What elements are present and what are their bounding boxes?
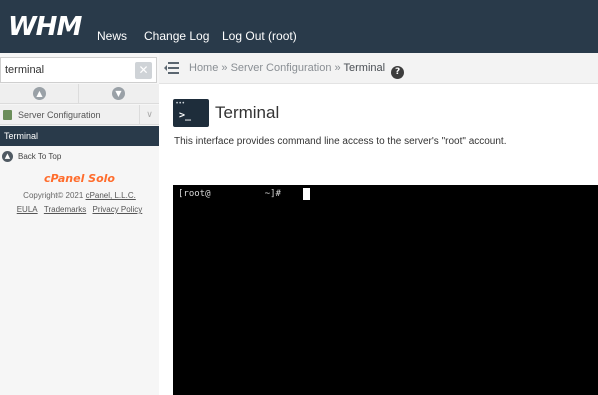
terminal-prompt: [root@ ~]# xyxy=(178,189,281,199)
breadcrumb-current: Terminal xyxy=(343,62,386,74)
back-to-top-label: Back To Top xyxy=(18,152,62,161)
back-to-top-link[interactable]: ▲ Back To Top xyxy=(0,148,159,166)
chevron-down-icon: ▼ xyxy=(112,87,125,100)
sidebar-category-server-configuration[interactable]: Server Configuration ∨ xyxy=(0,105,159,125)
privacy-policy-link[interactable]: Privacy Policy xyxy=(92,205,142,214)
sidebar-item-label: Terminal xyxy=(4,131,39,141)
sidebar-search: ✕ xyxy=(0,57,157,83)
page-description: This interface provides command line acc… xyxy=(174,136,507,147)
breadcrumb-bar: Home » Server Configuration » Terminal ? xyxy=(159,53,598,84)
terminal-icon: ••• >_ xyxy=(173,99,209,127)
chevron-up-icon: ▲ xyxy=(33,87,46,100)
expand-all-button[interactable]: ▼ xyxy=(79,84,158,104)
category-label: Server Configuration xyxy=(18,110,101,120)
collapse-all-button[interactable]: ▲ xyxy=(0,84,79,104)
breadcrumb-separator: » xyxy=(334,62,341,74)
arrow-up-icon: ▲ xyxy=(2,151,13,162)
breadcrumb: Home » Server Configuration » Terminal ? xyxy=(189,62,405,79)
whm-logo[interactable]: WHM xyxy=(8,14,82,40)
cpanel-link[interactable]: cPanel, L.L.C. xyxy=(86,191,136,200)
copyright-prefix: Copyright© 2021 xyxy=(23,191,84,200)
chevron-down-icon[interactable]: ∨ xyxy=(139,105,159,125)
clear-x-icon[interactable]: ✕ xyxy=(135,62,152,79)
top-bar: WHM News Change Log Log Out (root) xyxy=(0,0,598,53)
breadcrumb-server-configuration[interactable]: Server Configuration xyxy=(231,62,332,74)
terminal-window[interactable]: [root@ ~]# xyxy=(173,185,598,395)
terminal-cursor xyxy=(303,188,310,200)
nav-logout-link[interactable]: Log Out (root) xyxy=(222,29,297,43)
breadcrumb-home[interactable]: Home xyxy=(189,62,218,74)
terminal-icon-glyph: >_ xyxy=(179,110,192,121)
page-title: Terminal xyxy=(215,103,280,122)
copyright-text: Copyright© 2021 cPanel, L.L.C. xyxy=(0,191,159,201)
menu-toggle-icon[interactable] xyxy=(164,62,179,74)
eula-link[interactable]: EULA xyxy=(17,205,38,214)
trademarks-link[interactable]: Trademarks xyxy=(44,205,86,214)
help-icon[interactable]: ? xyxy=(391,66,405,79)
footer-links: EULA Trademarks Privacy Policy xyxy=(0,205,159,215)
sidebar: ✕ ▲ ▼ Server Configuration ∨ Terminal ▲ … xyxy=(0,53,159,395)
server-config-icon xyxy=(3,110,12,120)
search-input[interactable] xyxy=(5,62,130,78)
cpanel-solo-logo: cPanel Solo xyxy=(43,172,115,185)
expand-collapse-row: ▲ ▼ xyxy=(0,84,159,104)
sidebar-item-terminal[interactable]: Terminal xyxy=(0,126,159,146)
nav-news-link[interactable]: News xyxy=(97,29,127,43)
breadcrumb-separator: » xyxy=(221,62,228,74)
nav-changelog-link[interactable]: Change Log xyxy=(144,29,209,43)
